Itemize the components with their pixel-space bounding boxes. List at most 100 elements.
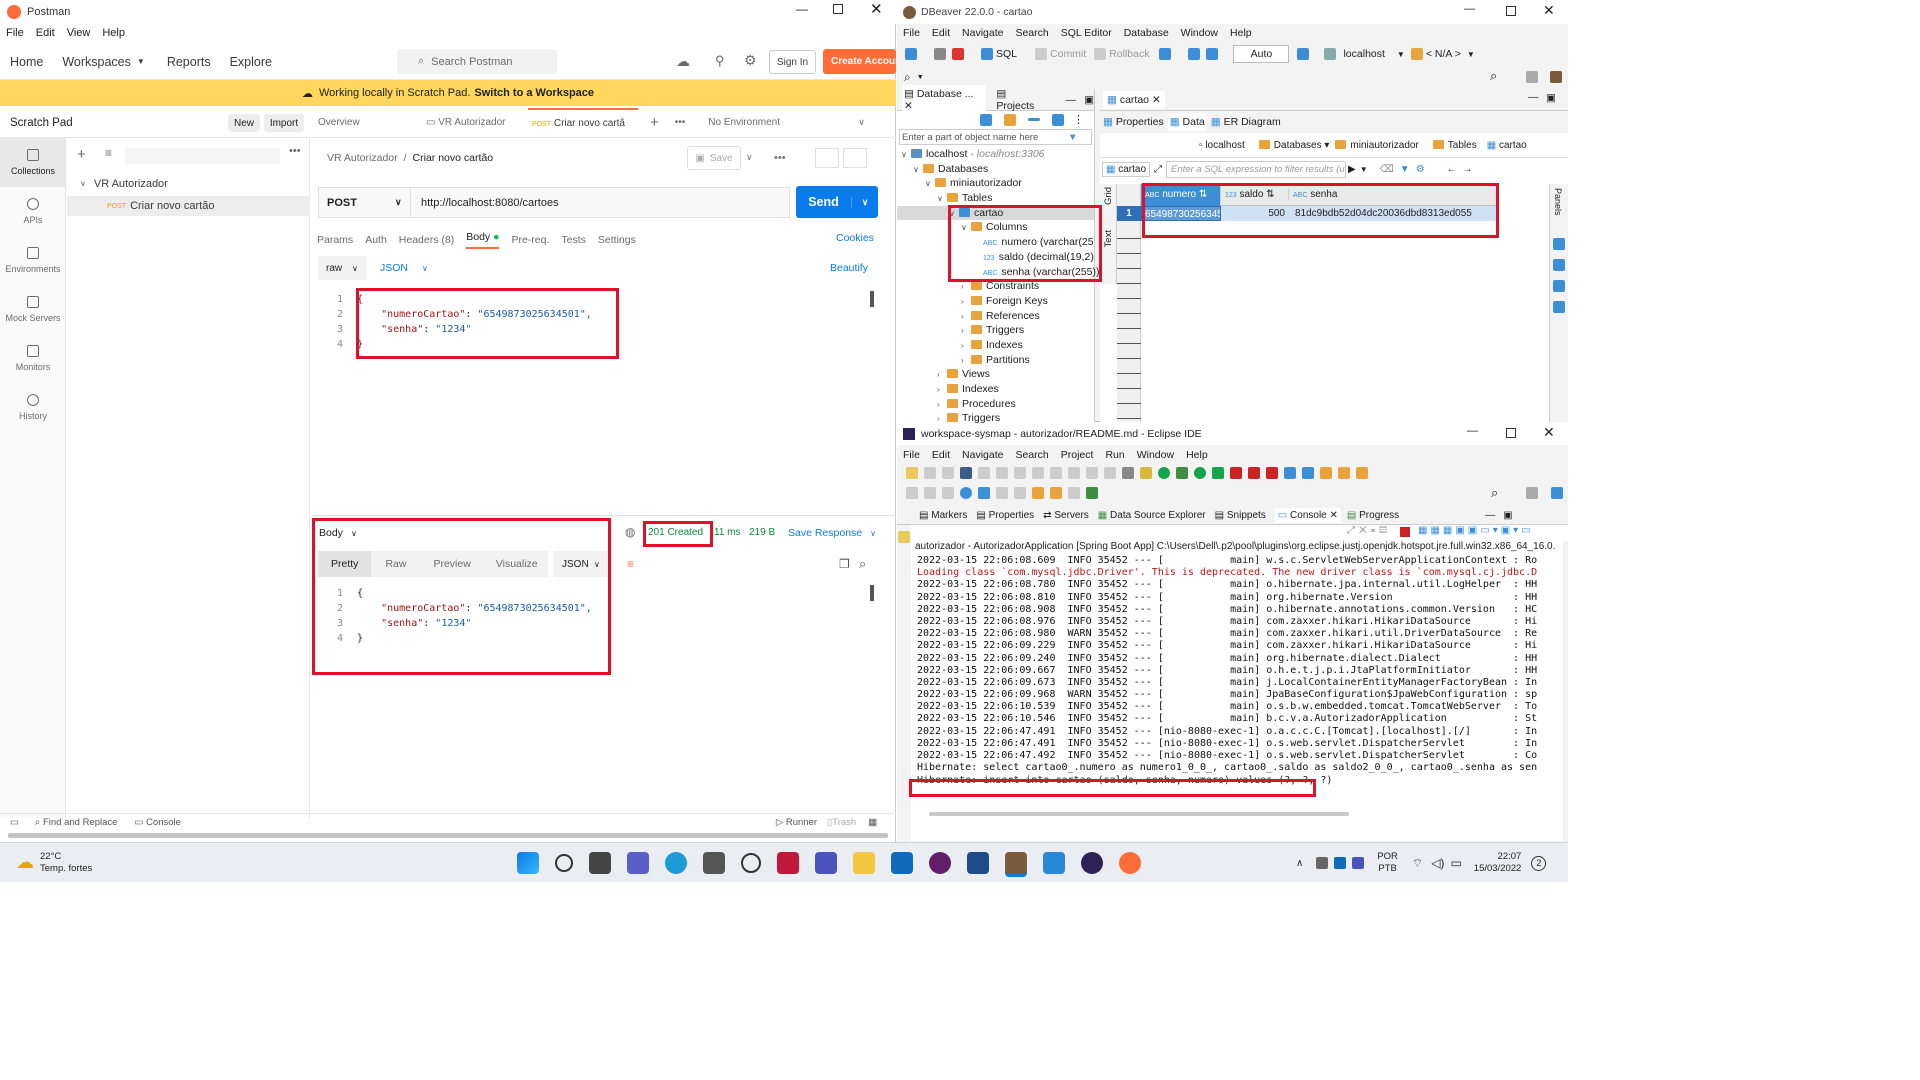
sidebar-environments[interactable]: Environments [0,236,66,285]
menu-file[interactable]: File [6,27,24,39]
panel-icon[interactable] [1553,279,1565,292]
menu-search[interactable]: Search [1015,449,1048,461]
console-options-icon[interactable]: ▦▦▦▣▣▭▾▣▾▭ [1418,525,1534,536]
sort-icon[interactable]: ⇅ [1266,189,1274,200]
minimize-button[interactable]: — [796,2,808,16]
terminal-icon[interactable] [960,467,972,479]
close-button[interactable]: ✕ [1543,424,1555,441]
tree-node[interactable]: › Constraints [897,279,1094,294]
tab-body[interactable]: Body ● [466,231,500,249]
tab-properties[interactable]: ▦ Properties [1103,116,1164,128]
run-icon[interactable] [1194,467,1206,479]
side-tab-text[interactable]: Text [1103,230,1114,247]
task-view-icon[interactable] [589,851,612,874]
gear-icon[interactable]: ⚙ [744,52,757,69]
dell-icon[interactable] [741,852,762,873]
response-body-viewer[interactable]: 1{2 "numeroCartao": "6549873025634501", 3… [323,586,873,646]
sql-button[interactable]: SQL [996,48,1017,60]
new-connection-icon[interactable] [905,48,917,60]
plug-icon[interactable] [934,48,946,60]
horizontal-scrollbar[interactable] [8,833,888,838]
menu-file[interactable]: File [903,27,920,39]
menu-navigate[interactable]: Navigate [962,27,1003,39]
teams-tray-icon[interactable] [1352,857,1365,869]
maximize-button[interactable] [1506,428,1516,438]
table-row[interactable]: 1 654987302563450 500 81dc9bdb52d04dc200… [1117,206,1496,221]
chevron-right-icon[interactable]: › [937,398,947,413]
url-input[interactable]: http://localhost:8080/cartoes [410,187,790,218]
column-header-senha[interactable]: ABC senha [1289,189,1496,200]
tab-console[interactable]: ▭ Console ✕ [1274,508,1341,523]
chevron-right-icon[interactable]: › [961,324,971,339]
menu-help[interactable]: Help [102,27,125,39]
tab-headers[interactable]: Headers (8) [399,234,454,246]
chevron-right-icon[interactable]: › [961,310,971,325]
volume-icon[interactable]: ◁) [1431,856,1444,870]
tree-node[interactable]: ABC senha (varchar(255)) [897,265,1099,280]
close-button[interactable]: ✕ [1543,2,1555,19]
panel-icon[interactable] [1553,300,1565,313]
filter-icon[interactable]: ≡ [105,146,112,160]
tree-node[interactable]: › Partitions [897,353,1094,368]
menu-run[interactable]: Run [1105,449,1124,461]
new-tab-icon[interactable]: + [650,114,659,131]
sql-filter-input[interactable]: Enter a SQL expression to filter results… [1166,160,1347,178]
rollback-icon[interactable] [1094,48,1107,60]
tree-node[interactable]: › Views [897,367,1094,382]
send-button[interactable]: Send ∨ [796,186,878,218]
cloud-icon[interactable]: ☁ [676,53,690,70]
chevron-down-icon[interactable]: ∨ [937,192,947,207]
maximize-view-icon[interactable]: ▣ [1084,94,1094,106]
save-icon[interactable] [924,467,936,479]
apply-filter-icon[interactable]: ▶ [1348,164,1356,175]
sort-icon[interactable]: ⇅ [1199,189,1207,200]
maximize-view-icon[interactable]: ▣ [1546,92,1556,104]
menu-sql-editor[interactable]: SQL Editor [1061,27,1112,39]
pane-divider[interactable] [311,515,896,516]
cell-senha[interactable]: 81dc9bdb52d04dc20036dbd8313ed055 [1289,206,1496,221]
terminate-icon[interactable] [1400,527,1410,537]
tabs-more-icon[interactable]: ••• [675,117,686,128]
panel-icon[interactable] [1553,258,1565,271]
globe-icon[interactable] [960,487,972,499]
chevron-down-icon[interactable]: ∨ [901,148,911,163]
switch-workspace-link[interactable]: Switch to a Workspace [474,87,594,99]
annotation-prev-icon[interactable] [1014,487,1026,499]
search-input[interactable]: ⌕ Search Postman [397,49,557,74]
tab-active-request[interactable]: POST Criar novo cartã [528,107,638,138]
close-icon[interactable]: ✕ [1152,94,1161,106]
tree-node[interactable]: › Triggers [897,323,1094,338]
menu-database[interactable]: Database [1124,27,1169,39]
postman-taskbar-icon[interactable] [1119,851,1142,874]
refresh-icon[interactable] [1188,48,1201,60]
close-icon[interactable]: ✕ [1330,510,1338,521]
tab-database-navigator[interactable]: ▤ Database ... ✕ [902,84,987,115]
sidebar-monitors[interactable]: Monitors [0,334,66,383]
network-app-icon[interactable] [1316,857,1329,869]
open-type-icon[interactable] [1320,467,1332,479]
edge-icon[interactable] [665,851,688,874]
perspective-icon[interactable] [1526,71,1538,83]
annotation-next-icon[interactable] [996,487,1008,499]
sign-in-button[interactable]: Sign In [769,50,816,74]
new-button[interactable]: New [228,114,260,132]
folder-icon[interactable] [1004,113,1016,126]
sidebar-collections[interactable]: Collections [0,138,66,187]
menu-project[interactable]: Project [1061,449,1094,461]
editor-scrollbar[interactable] [870,291,874,307]
console-button[interactable]: ▭ Console [134,817,180,828]
chevron-down-icon[interactable]: ∨ [851,196,878,208]
tree-node[interactable]: ∨ Databases [897,162,1094,177]
tab-servers[interactable]: ⇄ Servers [1043,510,1089,521]
menu-window[interactable]: Window [1137,449,1174,461]
clock[interactable]: 22:07 15/03/2022 [1474,851,1522,875]
filter-icon[interactable]: ▼ [1068,132,1077,143]
skip-icon[interactable] [978,467,990,479]
panels-tab[interactable]: Panels [1553,188,1563,216]
view-preview[interactable]: Preview [433,558,470,570]
terminate-icon[interactable] [1032,467,1044,479]
restore-icon[interactable] [898,531,910,543]
new-icon[interactable] [906,467,918,479]
request-body-editor[interactable]: 1{2 "numeroCartao": "6549873025634501", 3… [323,292,873,352]
menu-edit[interactable]: Edit [932,27,950,39]
